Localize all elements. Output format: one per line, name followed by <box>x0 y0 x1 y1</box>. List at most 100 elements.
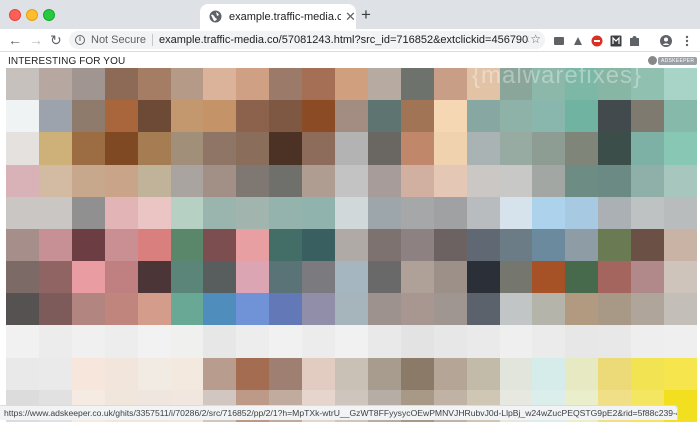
ad-thumbnail-tile[interactable] <box>335 100 368 133</box>
ad-thumbnail-tile[interactable] <box>499 164 533 197</box>
back-arrow-icon[interactable]: ← <box>8 32 22 48</box>
ad-thumbnail-tile[interactable] <box>6 196 39 229</box>
ad-thumbnail-tile[interactable] <box>335 261 368 294</box>
ad-thumbnail-tile[interactable] <box>236 228 270 262</box>
ad-thumbnail-tile[interactable] <box>466 100 500 133</box>
ad-thumbnail-tile[interactable] <box>203 325 237 358</box>
ad-thumbnail-tile[interactable] <box>38 357 72 390</box>
ad-thumbnail-tile[interactable] <box>499 293 533 326</box>
ad-thumbnail-tile[interactable] <box>137 357 171 390</box>
ad-thumbnail-tile[interactable] <box>6 228 39 262</box>
ad-thumbnail-tile[interactable] <box>532 68 566 101</box>
ad-thumbnail-tile[interactable] <box>170 132 204 165</box>
ad-thumbnail-tile[interactable] <box>664 100 697 133</box>
puzzle-extension-icon[interactable] <box>629 34 641 46</box>
ad-thumbnail-tile[interactable] <box>367 357 401 390</box>
ad-thumbnail-tile[interactable] <box>598 293 632 326</box>
url-text[interactable]: example.traffic-media.co/57081243.html?s… <box>159 34 529 46</box>
ad-thumbnail-tile[interactable] <box>71 164 105 197</box>
ad-thumbnail-tile[interactable] <box>137 293 171 326</box>
ad-thumbnail-tile[interactable] <box>367 132 401 165</box>
ad-thumbnail-tile[interactable] <box>532 293 566 326</box>
ad-thumbnail-tile[interactable] <box>335 325 368 358</box>
ad-thumbnail-tile[interactable] <box>532 357 566 390</box>
ad-thumbnail-tile[interactable] <box>269 228 303 262</box>
ad-thumbnail-tile[interactable] <box>170 68 204 101</box>
ad-thumbnail-tile[interactable] <box>631 196 665 229</box>
ad-thumbnail-tile[interactable] <box>302 100 336 133</box>
ad-thumbnail-tile[interactable] <box>565 68 599 101</box>
ad-thumbnail-tile[interactable] <box>71 100 105 133</box>
ad-thumbnail-tile[interactable] <box>367 261 401 294</box>
ad-thumbnail-tile[interactable] <box>598 164 632 197</box>
ad-thumbnail-tile[interactable] <box>269 100 303 133</box>
ad-thumbnail-tile[interactable] <box>38 228 72 262</box>
ad-thumbnail-tile[interactable] <box>71 228 105 262</box>
ad-thumbnail-tile[interactable] <box>367 68 401 101</box>
ad-thumbnail-tile[interactable] <box>302 261 336 294</box>
ad-thumbnail-tile[interactable] <box>565 357 599 390</box>
ad-thumbnail-tile[interactable] <box>6 261 39 294</box>
new-tab-button[interactable]: + <box>361 6 371 23</box>
ad-thumbnail-tile[interactable] <box>335 293 368 326</box>
stop-sign-extension-icon[interactable] <box>591 34 603 47</box>
close-window-button[interactable] <box>9 9 21 21</box>
ad-thumbnail-tile[interactable] <box>71 196 105 229</box>
ad-thumbnail-tile[interactable] <box>631 100 665 133</box>
ad-thumbnail-tile[interactable] <box>367 293 401 326</box>
ad-thumbnail-tile[interactable] <box>203 196 237 229</box>
info-icon[interactable]: i <box>75 35 85 45</box>
ad-thumbnail-tile[interactable] <box>400 325 434 358</box>
ad-thumbnail-tile[interactable] <box>137 196 171 229</box>
ad-thumbnail-tile[interactable] <box>499 100 533 133</box>
ad-thumbnail-tile[interactable] <box>302 164 336 197</box>
ad-thumbnail-tile[interactable] <box>104 68 138 101</box>
security-indicator[interactable]: Not Secure <box>91 34 146 46</box>
ad-thumbnail-tile[interactable] <box>400 132 434 165</box>
ad-thumbnail-tile[interactable] <box>203 68 237 101</box>
ad-thumbnail-tile[interactable] <box>532 196 566 229</box>
ad-thumbnail-tile[interactable] <box>433 293 467 326</box>
ad-thumbnail-tile[interactable] <box>104 228 138 262</box>
ad-thumbnail-tile[interactable] <box>269 325 303 358</box>
ad-thumbnail-tile[interactable] <box>302 357 336 390</box>
ad-thumbnail-tile[interactable] <box>137 68 171 101</box>
ad-thumbnail-tile[interactable] <box>170 196 204 229</box>
ad-thumbnail-tile[interactable] <box>6 68 39 101</box>
ad-thumbnail-tile[interactable] <box>565 100 599 133</box>
ad-thumbnail-tile[interactable] <box>499 325 533 358</box>
ad-thumbnail-tile[interactable] <box>400 164 434 197</box>
ad-thumbnail-tile[interactable] <box>71 261 105 294</box>
ad-thumbnail-tile[interactable] <box>631 293 665 326</box>
ad-thumbnail-tile[interactable] <box>170 357 204 390</box>
ad-thumbnail-tile[interactable] <box>170 228 204 262</box>
ad-thumbnail-tile[interactable] <box>137 325 171 358</box>
ad-thumbnail-grid[interactable] <box>6 68 697 422</box>
ad-thumbnail-tile[interactable] <box>104 132 138 165</box>
ad-thumbnail-tile[interactable] <box>6 164 39 197</box>
ad-thumbnail-tile[interactable] <box>400 100 434 133</box>
forward-arrow-icon[interactable]: → <box>29 32 43 48</box>
ad-thumbnail-tile[interactable] <box>104 100 138 133</box>
ad-thumbnail-tile[interactable] <box>104 164 138 197</box>
ad-thumbnail-tile[interactable] <box>236 68 270 101</box>
ad-thumbnail-tile[interactable] <box>532 261 566 294</box>
ad-thumbnail-tile[interactable] <box>335 132 368 165</box>
ad-thumbnail-tile[interactable] <box>565 261 599 294</box>
ad-thumbnail-tile[interactable] <box>466 261 500 294</box>
ad-thumbnail-tile[interactable] <box>71 357 105 390</box>
browser-tab-active[interactable]: example.traffic-media.co/5708 ✕ <box>200 4 356 29</box>
ad-thumbnail-tile[interactable] <box>433 196 467 229</box>
ad-thumbnail-tile[interactable] <box>499 357 533 390</box>
ad-thumbnail-tile[interactable] <box>433 261 467 294</box>
ad-thumbnail-tile[interactable] <box>466 68 500 101</box>
ad-thumbnail-tile[interactable] <box>433 68 467 101</box>
ad-thumbnail-tile[interactable] <box>664 68 697 101</box>
ad-thumbnail-tile[interactable] <box>269 293 303 326</box>
ad-thumbnail-tile[interactable] <box>236 357 270 390</box>
ad-thumbnail-tile[interactable] <box>499 196 533 229</box>
ad-thumbnail-tile[interactable] <box>400 196 434 229</box>
ad-thumbnail-tile[interactable] <box>269 68 303 101</box>
ad-thumbnail-tile[interactable] <box>466 357 500 390</box>
ad-thumbnail-tile[interactable] <box>236 325 270 358</box>
